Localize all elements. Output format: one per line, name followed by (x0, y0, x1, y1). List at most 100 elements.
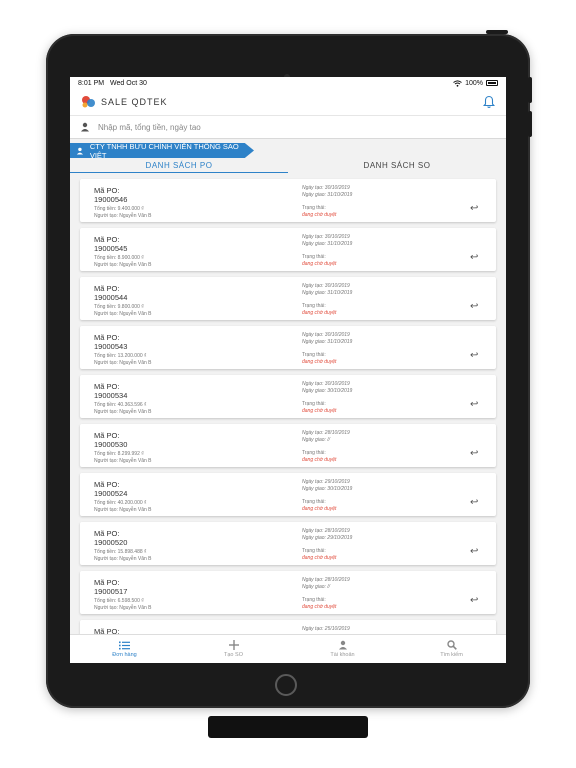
nav-account[interactable]: Tài khoản (288, 635, 397, 663)
search-icon (446, 640, 457, 650)
order-creator: Người tạo: Nguyễn Văn B (94, 556, 152, 562)
po-code: 19000545 (94, 244, 128, 253)
created-date: Ngày tạo: 30/10/2019 (302, 332, 350, 338)
user-icon (81, 122, 89, 132)
order-status: đang chờ duyệt (302, 310, 337, 316)
order-card[interactable]: Mã PO: 19000544 Tổng tiền: 9.800.000 ₫ N… (80, 277, 496, 320)
order-creator: Người tạo: Nguyễn Văn B (94, 262, 152, 268)
order-creator: Người tạo: Nguyễn Văn B (94, 409, 152, 415)
order-status: đang chờ duyệt (302, 261, 337, 267)
return-icon[interactable]: ↩ (470, 203, 478, 214)
po-label: Mã PO: (94, 284, 120, 293)
volume-down-button[interactable] (528, 111, 532, 137)
order-card[interactable]: Mã PO: 19000534 Tổng tiền: 40.363.596 ₫ … (80, 375, 496, 418)
created-date: Ngày tạo: 28/10/2019 (302, 577, 350, 583)
tab-po-list[interactable]: DANH SÁCH PO (70, 159, 288, 173)
created-date: Ngày tạo: 30/10/2019 (302, 185, 350, 191)
created-date: Ngày tạo: 29/10/2019 (302, 479, 350, 485)
return-icon[interactable]: ↩ (470, 497, 478, 508)
company-name: CTY TNHH BƯU CHÍNH VIỄN THÔNG SAO VIỆT (89, 141, 239, 160)
nav-create-so[interactable]: Tạo SO (179, 635, 288, 663)
po-code: 19000524 (94, 489, 128, 498)
po-code: 19000546 (94, 195, 128, 204)
po-code: 19000517 (94, 587, 128, 596)
company-banner: CTY TNHH BƯU CHÍNH VIỄN THÔNG SAO VIỆT (70, 143, 506, 158)
po-label: Mã PO: (94, 333, 120, 342)
status-date: Wed Oct 30 (110, 79, 147, 87)
order-card[interactable]: Mã PO: 19000543 Tổng tiền: 13.200.000 ₫ … (80, 326, 496, 369)
po-code: 19000544 (94, 293, 128, 302)
order-total: Tổng tiền: 8.900.000 ₫ (94, 255, 144, 261)
created-date: Ngày tạo: 28/10/2019 (302, 430, 350, 436)
order-card[interactable]: Mã PO: 19000530 Tổng tiền: 8.299.992 ₫ N… (80, 424, 496, 467)
tab-so-list[interactable]: DANH SÁCH SO (288, 159, 506, 173)
volume-up-button[interactable] (528, 77, 532, 103)
home-button[interactable] (275, 674, 297, 696)
nav-orders-label: Đơn hàng (112, 651, 137, 658)
order-status: đang chờ duyệt (302, 457, 337, 463)
po-label: Mã PO: (94, 431, 120, 440)
nav-create-so-label: Tạo SO (224, 652, 243, 658)
return-icon[interactable]: ↩ (470, 350, 478, 361)
return-icon[interactable]: ↩ (470, 399, 478, 410)
return-icon[interactable]: ↩ (470, 252, 478, 263)
order-status: đang chờ duyệt (302, 506, 337, 512)
order-total: Tổng tiền: 6.598.500 ₫ (94, 598, 144, 604)
order-total: Tổng tiền: 9.800.000 ₫ (94, 304, 144, 310)
return-icon[interactable]: ↩ (470, 595, 478, 606)
created-date: Ngày tạo: 28/10/2019 (302, 528, 350, 534)
return-icon[interactable]: ↩ (470, 546, 478, 557)
order-card[interactable]: Mã PO: 19000545 Tổng tiền: 8.900.000 ₫ N… (80, 228, 496, 271)
status-bar: 8:01 PM Wed Oct 30 100% (70, 77, 506, 89)
order-creator: Người tạo: Nguyễn Văn B (94, 311, 152, 317)
delivery-date: Ngày giao: // (302, 437, 331, 443)
delivery-date: Ngày giao: 30/10/2019 (302, 486, 353, 492)
created-date: Ngày tạo: 25/10/2019 (302, 626, 350, 632)
po-label: Mã PO: (94, 480, 120, 489)
bell-icon[interactable] (482, 95, 496, 109)
order-card[interactable]: Mã PO: 19000546 Tổng tiền: 9.400.000 ₫ N… (80, 179, 496, 222)
status-time: 8:01 PM (78, 79, 105, 87)
delivery-date: Ngày giao: 31/10/2019 (302, 192, 353, 198)
order-card[interactable]: Mã PO: 19000520 Tổng tiền: 15.898.488 ₫ … (80, 522, 496, 565)
delivery-date: Ngày giao: 31/10/2019 (302, 290, 353, 296)
delivery-date: Ngày giao: 30/10/2019 (302, 388, 353, 394)
po-code: 19000520 (94, 538, 128, 547)
search-bar (70, 115, 506, 139)
po-code: 19000543 (94, 342, 128, 351)
battery-icon (486, 80, 498, 86)
battery-level: 100% (465, 79, 483, 87)
order-status: đang chờ duyệt (302, 555, 337, 561)
list-icon (119, 641, 130, 649)
return-icon[interactable]: ↩ (470, 301, 478, 312)
po-code: 19000530 (94, 440, 128, 449)
order-total: Tổng tiền: 13.200.000 ₫ (94, 353, 147, 359)
status-label: Trạng thái: (302, 597, 326, 603)
return-icon[interactable]: ↩ (470, 448, 478, 459)
order-creator: Người tạo: Nguyễn Văn B (94, 605, 152, 611)
person-icon (338, 640, 347, 650)
order-card[interactable]: Mã PO: 19000524 Tổng tiền: 40.200.000 ₫ … (80, 473, 496, 516)
list-tabs: DANH SÁCH PO DANH SÁCH SO (70, 159, 506, 173)
nav-orders[interactable]: Đơn hàng (70, 635, 179, 663)
po-label: Mã PO: (94, 578, 120, 587)
device-stand (208, 716, 368, 738)
status-label: Trạng thái: (302, 499, 326, 505)
power-button[interactable] (486, 30, 508, 34)
nav-account-label: Tài khoản (330, 652, 355, 658)
delivery-date: Ngày giao: 29/10/2019 (302, 535, 353, 541)
po-label: Mã PO: (94, 529, 120, 538)
order-list: Mã PO: 19000546 Tổng tiền: 9.400.000 ₫ N… (70, 173, 506, 640)
order-creator: Người tạo: Nguyễn Văn B (94, 458, 152, 464)
app-bar: SALE QDTEK (70, 89, 506, 115)
order-status: đang chờ duyệt (302, 408, 337, 414)
delivery-date: Ngày giao: // (302, 584, 331, 590)
wifi-icon (453, 79, 462, 87)
status-label: Trạng thái: (302, 352, 326, 358)
app-screen: 8:01 PM Wed Oct 30 100% SALE QDTEK Nhập … (70, 77, 506, 663)
search-input[interactable] (98, 122, 398, 132)
order-card[interactable]: Mã PO: 19000517 Tổng tiền: 6.598.500 ₫ N… (80, 571, 496, 614)
company-tag[interactable]: CTY TNHH BƯU CHÍNH VIỄN THÔNG SAO VIỆT (70, 143, 254, 158)
order-creator: Người tạo: Nguyễn Văn B (94, 360, 152, 366)
nav-search[interactable]: Tìm kiếm (397, 635, 506, 663)
